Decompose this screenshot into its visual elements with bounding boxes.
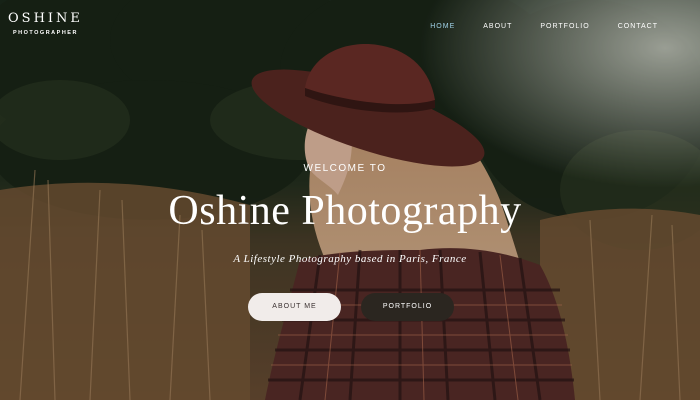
nav-item-about[interactable]: ABOUT — [483, 22, 512, 32]
hero-section: OSHINE PHOTOGRAPHER HOME ABOUT PORTFOLIO… — [0, 0, 700, 400]
nav-item-contact[interactable]: CONTACT — [618, 22, 658, 32]
portfolio-button[interactable]: PORTFOLIO — [361, 293, 454, 321]
nav-item-portfolio[interactable]: PORTFOLIO — [540, 22, 589, 32]
hero-title: Oshine Photography — [168, 188, 522, 234]
site-logo[interactable]: OSHINE PHOTOGRAPHER — [8, 11, 83, 37]
brand-tagline: PHOTOGRAPHER — [12, 30, 78, 36]
brand-name: OSHINE — [8, 11, 83, 26]
nav-item-home[interactable]: HOME — [430, 22, 455, 32]
hero-subtitle: A Lifestyle Photography based in Paris, … — [233, 253, 467, 265]
about-me-button[interactable]: ABOUT ME — [248, 293, 341, 321]
hero-kicker: WELCOME TO — [303, 163, 387, 174]
main-nav: HOME ABOUT PORTFOLIO CONTACT — [402, 22, 658, 32]
